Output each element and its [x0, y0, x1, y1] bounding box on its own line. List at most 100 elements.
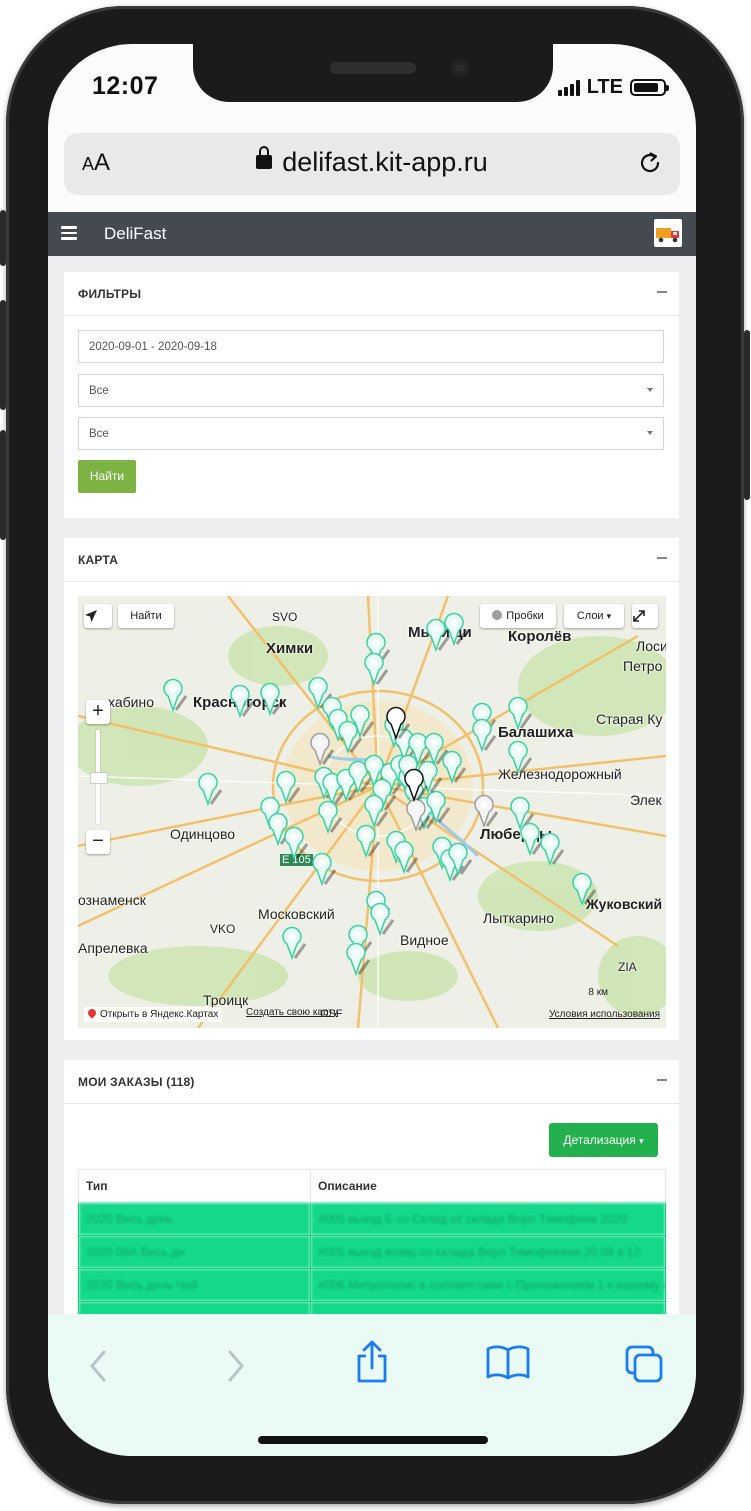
- lock-icon: [256, 146, 273, 169]
- filter-select-1[interactable]: Все: [78, 374, 664, 407]
- map-marker-icon[interactable]: [310, 732, 335, 767]
- volume-down-button: [0, 430, 6, 540]
- orders-card: МОИ ЗАКАЗЫ (118) Детализация ▾ Тип Описа…: [64, 1060, 679, 1316]
- carrier-label: LTE: [586, 76, 623, 98]
- filter-select-2[interactable]: Все: [78, 417, 664, 450]
- map-header: КАРТА: [64, 538, 679, 582]
- back-icon[interactable]: [86, 1348, 110, 1384]
- map-marker-icon[interactable]: [260, 682, 285, 717]
- column-header-type: Тип: [78, 1169, 311, 1203]
- map-marker-icon[interactable]: [508, 740, 533, 775]
- filter-select-2-value: Все: [89, 428, 109, 440]
- zoom-control[interactable]: + −: [86, 700, 110, 856]
- home-indicator: [258, 1436, 488, 1444]
- front-camera: [451, 59, 469, 77]
- zoom-slider-handle[interactable]: [90, 772, 108, 784]
- map-marker-icon[interactable]: [318, 800, 343, 835]
- bookmarks-icon[interactable]: [485, 1344, 531, 1380]
- layers-label: Слои: [576, 610, 604, 622]
- power-button: [744, 330, 750, 500]
- share-icon[interactable]: [354, 1340, 390, 1384]
- map-marker-icon[interactable]: [163, 678, 188, 713]
- column-header-description: Описание: [310, 1169, 666, 1203]
- url-display[interactable]: delifast.kit-app.ru: [64, 146, 680, 178]
- map-find-button[interactable]: Найти: [118, 604, 174, 628]
- chevron-down-icon: ▾: [606, 611, 612, 621]
- chevron-down-icon: [647, 388, 653, 392]
- filters-collapse-icon[interactable]: [657, 291, 667, 293]
- map-title: КАРТА: [78, 553, 119, 567]
- details-label: Детализация: [563, 1133, 636, 1147]
- map-marker-icon[interactable]: [356, 824, 381, 859]
- orders-title: МОИ ЗАКАЗЫ (118): [78, 1075, 195, 1089]
- app-title: DeliFast: [104, 224, 167, 243]
- notch: [193, 44, 553, 102]
- map-marker-icon[interactable]: [282, 926, 307, 961]
- date-range-input[interactable]: 2020-09-01 - 2020-09-18: [78, 330, 664, 363]
- location-arrow-icon: [85, 610, 97, 622]
- reload-icon[interactable]: [636, 149, 664, 177]
- filter-select-1-value: Все: [89, 385, 109, 397]
- table-header-row: Тип Описание: [78, 1169, 666, 1203]
- table-cell-type: 2020 Весь день: [78, 1202, 311, 1236]
- table-row[interactable]: 2020 Весь день Чой #006 Метрополис в соо…: [78, 1268, 666, 1302]
- traffic-light-icon: [492, 610, 503, 620]
- app-header: DeliFast: [48, 212, 696, 256]
- map-marker-icon[interactable]: [276, 770, 301, 805]
- table-row[interactable]: 2020 Весь день #005 выезд Б со Склад от …: [78, 1202, 666, 1236]
- map-marker-icon[interactable]: [370, 902, 395, 937]
- traffic-button[interactable]: Пробки: [480, 604, 556, 628]
- map-marker-icon[interactable]: [284, 826, 309, 861]
- map-marker-icon[interactable]: [540, 832, 565, 867]
- page-content: ФИЛЬТРЫ 2020-09-01 - 2020-09-18 Все Все …: [48, 256, 696, 1316]
- tabs-icon[interactable]: [624, 1344, 664, 1384]
- fullscreen-button[interactable]: [632, 604, 658, 628]
- status-indicators: LTE: [557, 76, 669, 99]
- traffic-label: Пробки: [506, 610, 544, 622]
- markers-layer: [163, 612, 597, 977]
- open-in-yandex-link[interactable]: Открыть в Яндекс.Картах: [84, 1007, 223, 1022]
- yandex-map[interactable]: Химки Мытищи Королёв Лоси Петро хабино К…: [78, 596, 666, 1028]
- create-map-link[interactable]: Создать свою карту: [246, 1007, 338, 1018]
- forward-icon[interactable]: [224, 1348, 248, 1384]
- phone-screen: 12:07 LTE AA delifast.kit-app.ru DeliFas…: [48, 44, 696, 1456]
- table-cell-type: 2020 08А Весь дн: [78, 1235, 311, 1269]
- terms-link[interactable]: Условия использования: [549, 1009, 660, 1020]
- map-marker-icon[interactable]: [394, 840, 419, 875]
- table-cell-type: 2020 Весь день Чой: [78, 1268, 311, 1302]
- map-marker-icon[interactable]: [572, 872, 597, 907]
- locate-me-button[interactable]: [84, 604, 112, 628]
- truck-logo-icon[interactable]: [654, 219, 682, 247]
- table-cell-description: #005 выезд Б со Склад от склада Ворл Тим…: [310, 1202, 666, 1236]
- table-row[interactable]: 2020 08А Весь дн #005 выезд возвр со скл…: [78, 1235, 666, 1269]
- map-collapse-icon[interactable]: [657, 557, 667, 559]
- chevron-down-icon: ▾: [639, 1136, 644, 1146]
- map-marker-icon[interactable]: [442, 750, 467, 785]
- map-marker-icon[interactable]: [426, 790, 451, 825]
- map-marker-icon[interactable]: [508, 696, 533, 731]
- open-in-yandex-label: Открыть в Яндекс.Картах: [100, 1009, 219, 1020]
- orders-collapse-icon[interactable]: [657, 1079, 667, 1081]
- orders-header: МОИ ЗАКАЗЫ (118): [64, 1060, 679, 1104]
- layers-button[interactable]: Слои ▾: [564, 604, 624, 628]
- mute-switch: [0, 210, 6, 266]
- table-cell-description: #006 Метрополис в соответствии с Приложе…: [310, 1268, 666, 1302]
- zoom-in-button[interactable]: +: [86, 700, 110, 724]
- map-marker-icon[interactable]: [230, 684, 255, 719]
- map-marker-icon[interactable]: [312, 852, 337, 887]
- filters-card: ФИЛЬТРЫ 2020-09-01 - 2020-09-18 Все Все …: [64, 272, 679, 518]
- orders-table: Тип Описание 2020 Весь день #005 выезд Б…: [78, 1169, 666, 1316]
- map-marker-icon[interactable]: [198, 772, 223, 807]
- map-scale: 8 км: [588, 987, 608, 998]
- volume-up-button: [0, 300, 6, 410]
- menu-icon[interactable]: [61, 226, 77, 240]
- chevron-down-icon: [647, 431, 653, 435]
- details-dropdown-button[interactable]: Детализация ▾: [549, 1123, 658, 1157]
- search-button[interactable]: Найти: [78, 460, 136, 493]
- status-time: 12:07: [92, 72, 159, 100]
- zoom-out-button[interactable]: −: [86, 830, 110, 854]
- map-marker-icon[interactable]: [474, 794, 499, 829]
- map-marker-icon[interactable]: [520, 822, 545, 857]
- address-bar[interactable]: AA delifast.kit-app.ru: [64, 133, 680, 195]
- battery-icon: [630, 79, 669, 96]
